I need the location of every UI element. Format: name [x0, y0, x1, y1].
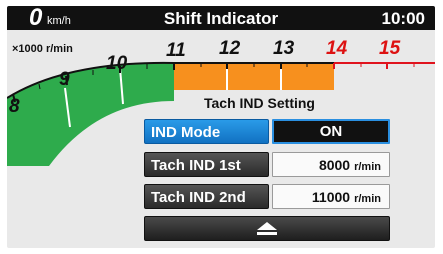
tick-label: 10 — [106, 53, 128, 74]
tick-label: 8 — [9, 96, 20, 117]
tick-label-red: 14 — [326, 38, 348, 59]
tick-label: 12 — [219, 38, 241, 59]
ind-mode-value-text: ON — [319, 123, 343, 140]
tick-label: 11 — [166, 40, 186, 61]
tick-label: 9 — [59, 69, 70, 90]
tick-label-red: 15 — [379, 38, 401, 59]
ind-mode-button[interactable]: IND Mode — [144, 119, 269, 144]
tach-ind-1st-value-text: 8000 — [318, 157, 351, 173]
eject-icon — [257, 222, 277, 235]
tach-ind-2nd-unit: r/min — [354, 193, 381, 205]
tach-ind-1st-button[interactable]: Tach IND 1st — [144, 152, 269, 177]
tach-ind-1st-value[interactable]: 8000 r/min — [272, 152, 390, 177]
tick-label: 13 — [273, 38, 295, 59]
tach-ind-2nd-value[interactable]: 11000 r/min — [272, 184, 390, 209]
ind-mode-value[interactable]: ON — [272, 119, 390, 144]
tach-band-green — [7, 62, 174, 167]
eject-button[interactable] — [144, 216, 390, 241]
tach-band-orange — [174, 63, 334, 90]
tach-ind-1st-unit: r/min — [354, 161, 381, 173]
settings-title: Tach IND Setting — [204, 95, 315, 111]
tach-ind-2nd-button[interactable]: Tach IND 2nd — [144, 184, 269, 209]
tach-ind-2nd-value-text: 11000 — [311, 189, 351, 205]
tach-screen: 0 km/h Shift Indicator 10:00 ×1000 r/min — [7, 6, 435, 248]
